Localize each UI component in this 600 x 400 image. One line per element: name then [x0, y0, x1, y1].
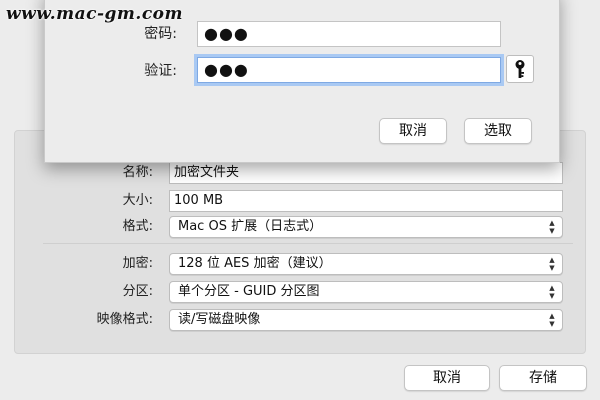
- divider: [43, 243, 573, 244]
- password-label: 密码:: [144, 26, 177, 42]
- encryption-select[interactable]: 128 位 AES 加密（建议） ▲ ▼: [169, 253, 563, 275]
- partition-select[interactable]: 单个分区 - GUID 分区图 ▲ ▼: [169, 281, 563, 303]
- format-value: Mac OS 扩展（日志式）: [178, 219, 323, 234]
- password-assistant-button[interactable]: [506, 55, 534, 83]
- chevron-updown-icon: ▲ ▼: [549, 312, 555, 328]
- format-row: 格式: Mac OS 扩展（日志式） ▲ ▼: [15, 216, 585, 238]
- chevron-updown-icon: ▲ ▼: [549, 256, 555, 272]
- verify-label: 验证:: [144, 63, 177, 79]
- size-row: 大小: 100 MB: [15, 190, 585, 212]
- size-field[interactable]: 100 MB: [169, 190, 563, 212]
- partition-value: 单个分区 - GUID 分区图: [178, 284, 320, 299]
- size-label: 大小:: [122, 193, 153, 208]
- name-row: 名称: 加密文件夹: [15, 162, 585, 184]
- key-icon: [515, 60, 525, 78]
- image-format-select[interactable]: 读/写磁盘映像 ▲ ▼: [169, 309, 563, 331]
- name-field[interactable]: 加密文件夹: [169, 162, 563, 184]
- sheet-cancel-button[interactable]: 取消: [379, 118, 447, 144]
- partition-label: 分区:: [122, 284, 153, 299]
- chevron-updown-icon: ▲ ▼: [549, 219, 555, 235]
- disk-image-options-panel: 名称: 加密文件夹 大小: 100 MB 格式: Mac OS 扩展（日志式） …: [14, 130, 586, 354]
- chevron-updown-icon: ▲ ▼: [549, 284, 555, 300]
- choose-button[interactable]: 选取: [464, 118, 532, 144]
- partition-row: 分区: 单个分区 - GUID 分区图 ▲ ▼: [15, 281, 585, 303]
- name-label: 名称:: [122, 165, 153, 180]
- encryption-row: 加密: 128 位 AES 加密（建议） ▲ ▼: [15, 253, 585, 275]
- save-button[interactable]: 存储: [499, 365, 587, 391]
- image-format-row: 映像格式: 读/写磁盘映像 ▲ ▼: [15, 309, 585, 331]
- watermark: www.mac-gm.com: [6, 4, 183, 24]
- encryption-value: 128 位 AES 加密（建议）: [178, 256, 332, 271]
- password-field[interactable]: ●●●: [197, 21, 501, 47]
- verify-field[interactable]: ●●●: [197, 57, 501, 83]
- format-select[interactable]: Mac OS 扩展（日志式） ▲ ▼: [169, 216, 563, 238]
- image-format-value: 读/写磁盘映像: [178, 312, 261, 327]
- encryption-label: 加密:: [122, 256, 153, 271]
- image-format-label: 映像格式:: [96, 312, 153, 327]
- cancel-button[interactable]: 取消: [404, 365, 490, 391]
- format-label: 格式:: [122, 219, 153, 234]
- password-sheet: 密码: ●●● 验证: ●●● 取消 选取: [44, 0, 560, 163]
